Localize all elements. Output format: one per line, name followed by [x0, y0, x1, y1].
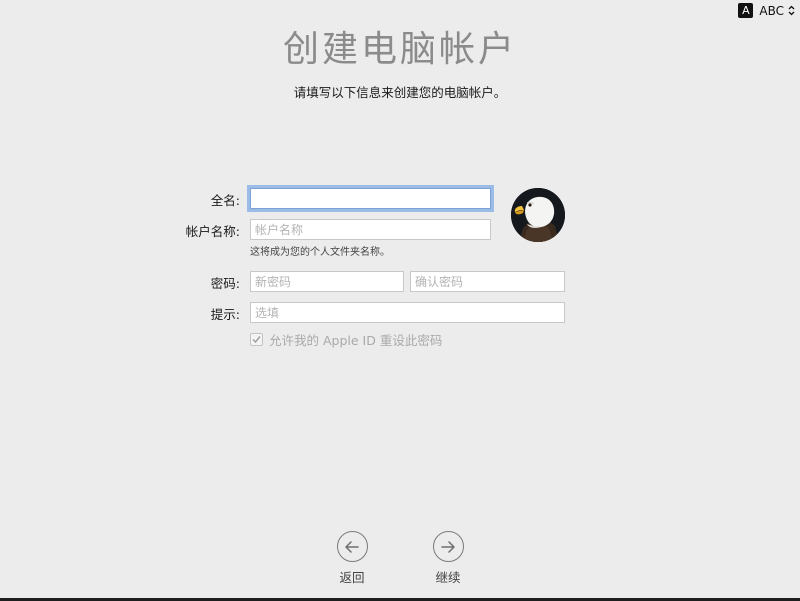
password-label: 密码:	[210, 276, 240, 291]
account-name-input[interactable]	[250, 219, 491, 240]
verify-password-input[interactable]	[410, 271, 565, 292]
chevron-updown-icon	[788, 5, 795, 16]
allow-appleid-reset-checkbox[interactable]	[250, 333, 263, 346]
page-subtitle: 请填写以下信息来创建您的电脑帐户。	[293, 85, 507, 100]
arrow-left-icon	[336, 531, 368, 562]
eagle-avatar-icon	[511, 188, 565, 242]
account-name-label: 帐户名称:	[185, 224, 240, 239]
continue-button[interactable]: 继续	[430, 531, 466, 586]
back-button[interactable]: 返回	[334, 531, 370, 586]
full-name-input[interactable]	[250, 188, 491, 209]
checkmark-icon	[252, 336, 261, 344]
page-title: 创建电脑帐户	[282, 29, 517, 70]
user-avatar[interactable]	[511, 188, 565, 242]
input-source-label: ABC	[759, 3, 784, 18]
account-name-hint: 这将成为您的个人文件夹名称。	[250, 247, 390, 258]
input-source-menu[interactable]: A ABC	[738, 3, 795, 18]
back-label: 返回	[339, 570, 365, 585]
password-hint-label: 提示:	[210, 307, 240, 322]
new-password-input[interactable]	[250, 271, 404, 292]
full-name-label: 全名:	[210, 193, 240, 208]
input-source-icon: A	[738, 3, 754, 18]
password-hint-input[interactable]	[250, 302, 565, 323]
continue-label: 继续	[435, 570, 461, 585]
allow-appleid-reset-label: 允许我的 Apple ID 重设此密码	[269, 333, 443, 348]
allow-appleid-reset-row[interactable]: 允许我的 Apple ID 重设此密码	[250, 330, 442, 349]
arrow-right-icon	[432, 531, 464, 562]
